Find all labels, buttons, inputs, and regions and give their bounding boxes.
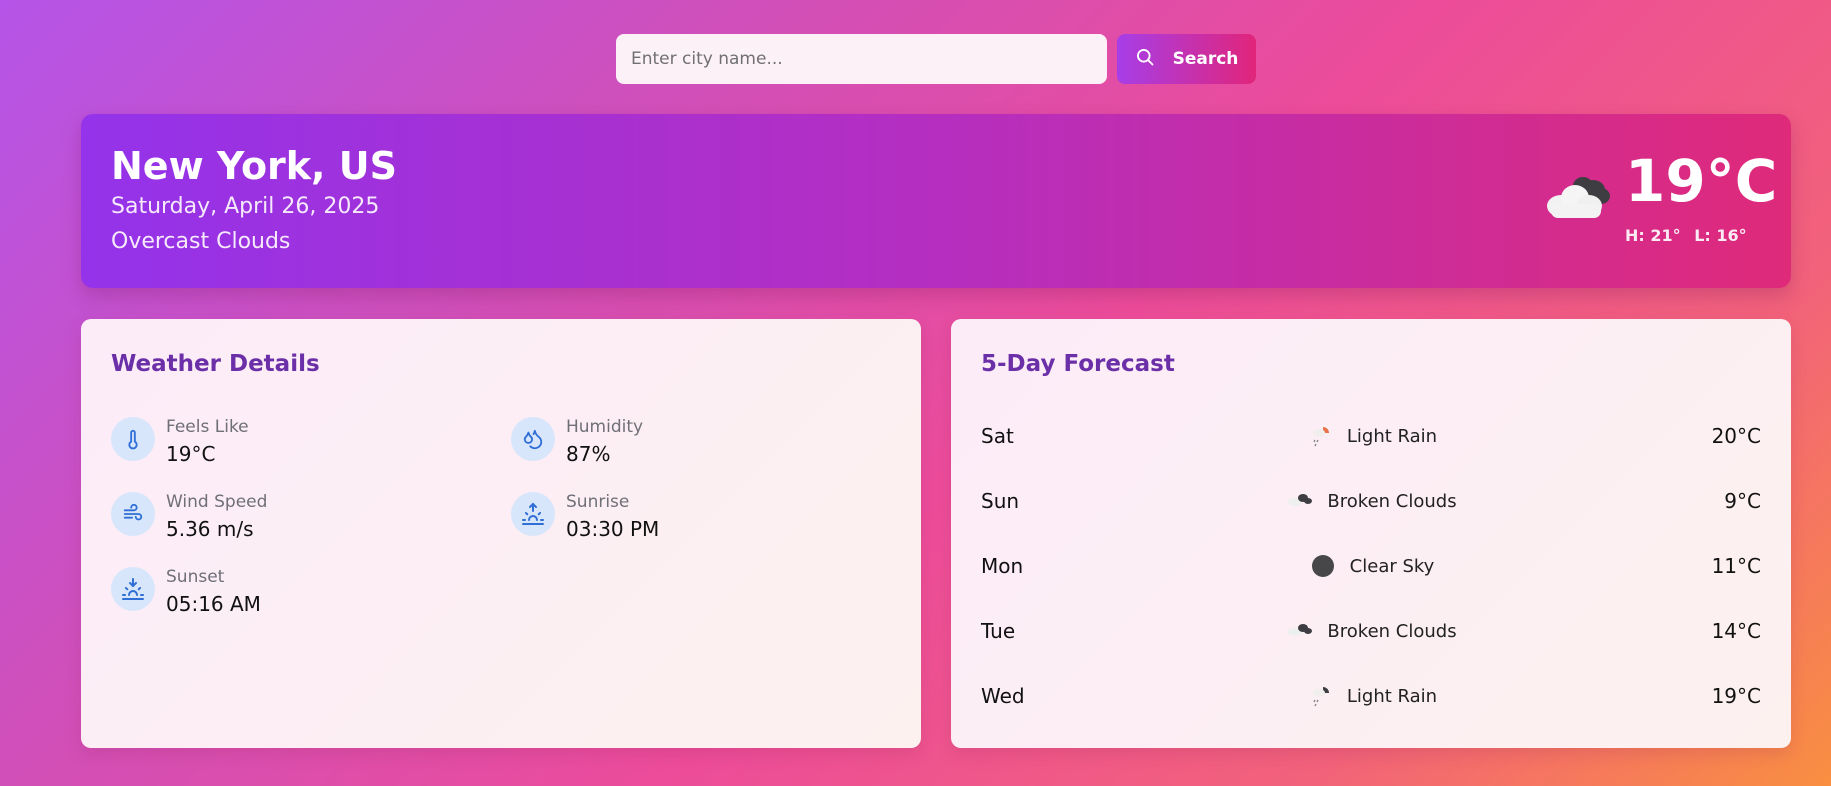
detail-value: 03:30 PM — [566, 517, 660, 541]
forecast-temp: 20°C — [1711, 424, 1761, 448]
search-bar: Search — [616, 34, 1256, 84]
light-rain-icon — [1305, 421, 1335, 451]
clear-sky-icon — [1308, 551, 1338, 581]
search-button[interactable]: Search — [1117, 34, 1256, 84]
detail-value: 5.36 m/s — [166, 517, 254, 541]
detail-value: 87% — [566, 442, 611, 466]
forecast-row: Wed Light Rain 19°C — [981, 681, 1761, 711]
detail-label: Feels Like — [166, 417, 249, 437]
forecast-description: Broken Clouds — [1327, 620, 1457, 642]
droplets-icon — [511, 417, 555, 461]
forecast-title: 5-Day Forecast — [981, 351, 1175, 377]
broken-clouds-icon — [1285, 486, 1315, 516]
current-weather-card: New York, US Saturday, April 26, 2025 Ov… — [81, 114, 1791, 288]
detail-label: Wind Speed — [166, 492, 268, 512]
detail-feels-like: Feels Like 19°C — [111, 417, 249, 468]
thermometer-icon — [111, 417, 155, 461]
detail-label: Sunset — [166, 567, 225, 587]
search-button-label: Search — [1172, 49, 1239, 69]
search-input[interactable] — [616, 34, 1107, 84]
detail-humidity: Humidity 87% — [511, 417, 643, 468]
forecast-row: Sat Light Rain 20°C — [981, 421, 1761, 451]
high-low: H: 21° L: 16° — [1625, 226, 1761, 245]
forecast-panel: 5-Day Forecast Sat Light Rain 20°C Sun B… — [951, 319, 1791, 748]
detail-wind-speed: Wind Speed 5.36 m/s — [111, 492, 267, 543]
low-temperature: L: 16° — [1694, 226, 1747, 245]
forecast-temp: 19°C — [1711, 684, 1761, 708]
forecast-temp: 11°C — [1711, 554, 1761, 578]
detail-sunrise: Sunrise 03:30 PM — [511, 492, 659, 543]
detail-value: 19°C — [166, 442, 216, 466]
current-description: Overcast Clouds — [111, 229, 291, 254]
overcast-cloud-icon — [1541, 172, 1615, 222]
forecast-row: Mon Clear Sky 11°C — [981, 551, 1761, 581]
detail-label: Sunrise — [566, 492, 630, 512]
weather-details-panel: Weather Details Feels Like 19°C Humidity… — [81, 319, 921, 748]
sunset-icon — [111, 567, 155, 611]
high-temperature: H: 21° — [1625, 226, 1681, 245]
detail-value: 05:16 AM — [166, 592, 261, 616]
broken-clouds-icon — [1285, 616, 1315, 646]
forecast-description: Clear Sky — [1349, 555, 1435, 577]
forecast-description: Light Rain — [1346, 425, 1438, 447]
weather-details-title: Weather Details — [111, 351, 320, 377]
detail-sunset: Sunset 05:16 AM — [111, 567, 261, 618]
forecast-description: Light Rain — [1346, 685, 1438, 707]
forecast-row: Sun Broken Clouds 9°C — [981, 486, 1761, 516]
detail-label: Humidity — [566, 417, 644, 437]
current-temperature: 19°C — [1625, 147, 1778, 215]
forecast-row: Tue Broken Clouds 14°C — [981, 616, 1761, 646]
current-date: Saturday, April 26, 2025 — [111, 194, 380, 219]
light-rain-icon — [1305, 681, 1335, 711]
forecast-temp: 9°C — [1724, 489, 1761, 513]
forecast-description: Broken Clouds — [1327, 490, 1457, 512]
wind-icon — [111, 492, 155, 536]
city-name: New York, US — [111, 144, 397, 188]
sunrise-icon — [511, 492, 555, 536]
forecast-temp: 14°C — [1711, 619, 1761, 643]
search-icon — [1135, 47, 1155, 72]
